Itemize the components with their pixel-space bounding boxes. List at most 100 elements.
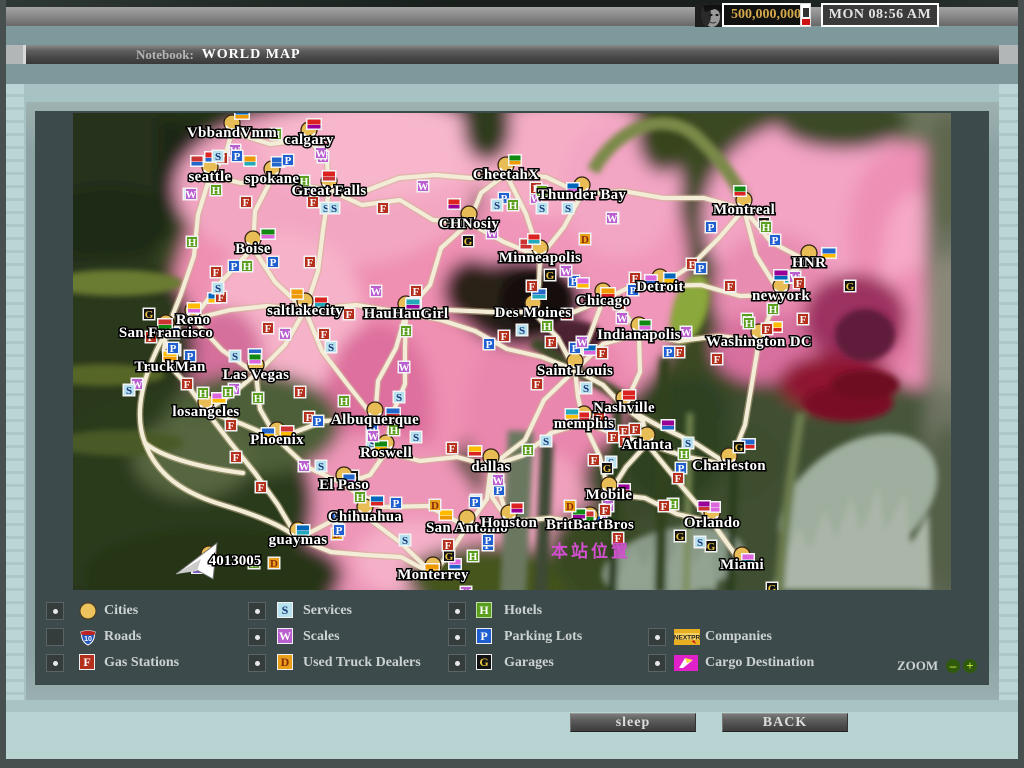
svg-text:NEXTPR: NEXTPR — [674, 635, 700, 642]
svg-text:Houston: Houston — [481, 515, 538, 531]
svg-text:P: P — [285, 155, 292, 167]
svg-text:S: S — [215, 283, 221, 295]
svg-text:P: P — [231, 261, 238, 273]
svg-text:D: D — [566, 501, 574, 513]
svg-text:guaymas: guaymas — [269, 532, 328, 548]
svg-text:H: H — [199, 388, 208, 400]
svg-text:G: G — [707, 541, 716, 553]
svg-text:G: G — [445, 551, 454, 563]
svg-text:P: P — [486, 339, 493, 351]
svg-text:F: F — [632, 424, 639, 436]
svg-text:F: F — [380, 203, 387, 215]
svg-text:Washington DC: Washington DC — [706, 334, 812, 350]
svg-text:G: G — [464, 236, 473, 248]
svg-text:F: F — [445, 540, 452, 552]
svg-text:H: H — [356, 492, 365, 504]
svg-text:G: G — [846, 281, 855, 293]
svg-text:10: 10 — [84, 636, 92, 643]
svg-text:Chihuahua: Chihuahua — [328, 509, 403, 525]
svg-text:W: W — [368, 431, 379, 443]
svg-text:S: S — [331, 203, 337, 215]
svg-text:P: P — [666, 347, 673, 359]
svg-text:HauHauGirl: HauHauGirl — [364, 306, 449, 322]
svg-text:H: H — [402, 326, 411, 338]
svg-text:F: F — [714, 354, 721, 366]
svg-text:Chicago: Chicago — [576, 293, 631, 309]
svg-text:D: D — [581, 234, 589, 246]
svg-text:S: S — [215, 151, 221, 163]
svg-text:Indianapolis: Indianapolis — [597, 327, 681, 343]
svg-text:S: S — [413, 432, 419, 444]
svg-text:W: W — [617, 313, 628, 325]
svg-text:San Francisco: San Francisco — [119, 325, 213, 341]
svg-text:W: W — [418, 181, 429, 193]
svg-text:TruckMan: TruckMan — [134, 359, 206, 375]
svg-text:losangeles: losangeles — [172, 404, 239, 420]
svg-text:F: F — [529, 281, 536, 293]
svg-text:P: P — [698, 263, 705, 275]
svg-text:P: P — [270, 257, 277, 269]
svg-text:W: W — [371, 286, 382, 298]
svg-text:S: S — [402, 535, 408, 547]
svg-text:H: H — [680, 449, 689, 461]
svg-text:S: S — [565, 203, 571, 215]
svg-text:F: F — [297, 387, 304, 399]
svg-text:H: H — [212, 185, 221, 197]
svg-text:F: F — [501, 331, 508, 343]
svg-text:P: P — [772, 235, 779, 247]
svg-text:F: F — [213, 267, 220, 279]
svg-text:F: F — [610, 432, 617, 444]
svg-text:Minneapolis: Minneapolis — [499, 250, 581, 266]
svg-text:G: G — [546, 270, 555, 282]
svg-text:H: H — [254, 393, 263, 405]
svg-text:W: W — [561, 266, 572, 278]
svg-text:VbbandVmm: VbbandVmm — [187, 125, 277, 141]
svg-text:CheetahX: CheetahX — [473, 167, 540, 183]
svg-text:Roswell: Roswell — [360, 445, 412, 461]
svg-text:S: S — [697, 537, 703, 549]
svg-text:H: H — [509, 200, 518, 212]
svg-text:Great Falls: Great Falls — [291, 183, 366, 199]
svg-text:Detroit: Detroit — [636, 279, 684, 295]
svg-text:newyork: newyork — [752, 288, 810, 304]
svg-text:Albuquerque: Albuquerque — [331, 412, 419, 428]
svg-text:El Paso: El Paso — [319, 477, 369, 493]
svg-text:F: F — [534, 379, 541, 391]
svg-text:P: P — [170, 343, 177, 355]
svg-text:Phoenix: Phoenix — [250, 432, 304, 448]
svg-text:W: W — [461, 587, 472, 590]
svg-text:S: S — [232, 351, 238, 363]
svg-text:BritBartBros: BritBartBros — [546, 517, 634, 533]
svg-text:Orlando: Orlando — [684, 515, 740, 531]
svg-text:Miami: Miami — [720, 557, 764, 573]
svg-text:F: F — [307, 257, 314, 269]
svg-text:W: W — [681, 327, 692, 339]
svg-text:H: H — [188, 237, 197, 249]
svg-text:Monterrey: Monterrey — [397, 567, 469, 583]
svg-text:F: F — [228, 420, 235, 432]
svg-text:F: F — [727, 281, 734, 293]
svg-text:F: F — [800, 314, 807, 326]
svg-text:memphis: memphis — [554, 416, 614, 432]
svg-text:P: P — [336, 525, 343, 537]
svg-text:Thunder Bay: Thunder Bay — [538, 187, 627, 203]
svg-text:Nashville: Nashville — [593, 400, 655, 416]
svg-text:W: W — [577, 337, 588, 349]
svg-text:Des Moines: Des Moines — [495, 305, 572, 321]
svg-text:S: S — [583, 383, 589, 395]
svg-text:calgary: calgary — [284, 132, 334, 148]
svg-text:W: W — [299, 461, 310, 473]
svg-text:P: P — [708, 222, 715, 234]
svg-text:F: F — [233, 452, 240, 464]
svg-text:F: F — [548, 337, 555, 349]
svg-text:4013005: 4013005 — [209, 553, 262, 569]
svg-text:S: S — [539, 203, 545, 215]
svg-text:F: F — [265, 323, 272, 335]
svg-text:F: F — [676, 347, 683, 359]
svg-text:Saint Louis: Saint Louis — [537, 363, 613, 379]
svg-text:Boise: Boise — [235, 241, 271, 257]
svg-text:F: F — [258, 482, 265, 494]
svg-text:S: S — [318, 461, 324, 473]
svg-text:Mobile: Mobile — [586, 487, 633, 503]
svg-text:H: H — [340, 396, 349, 408]
